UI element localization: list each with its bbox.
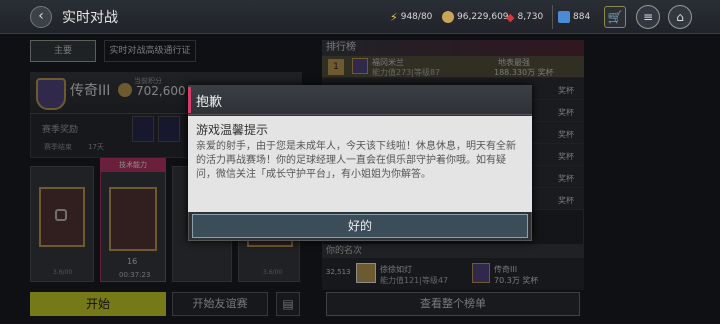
ticket-icon [558,11,570,23]
dialog-body: 游戏温馨提示 亲爱的射手，由于您是未成年人，今天该下线啦！休息休息，明天有全新的… [188,116,532,212]
dialog-accent [188,87,191,113]
shop-cart-icon[interactable]: 🛒 [604,6,626,28]
back-arrow-icon[interactable]: ‹ [30,6,52,28]
menu-icon[interactable]: ≡ [636,5,660,29]
home-icon[interactable]: ⌂ [668,5,692,29]
dialog-title: 抱歉 [196,95,223,110]
gem-icon: ◆ [506,10,515,24]
page-title: 实时对战 [62,10,118,26]
coin-counter: 96,229,609 [442,9,509,25]
lightning-icon: ⚡ [390,10,398,24]
dialog-heading: 游戏温馨提示 [196,123,269,137]
ticket-counter: 884 [558,9,590,25]
coin-icon [442,11,454,23]
dialog-message: 亲爱的射手，由于您是未成年人，今天该下线啦！休息休息，明天有全新的活力再战赛场！… [196,141,516,180]
divider [552,5,553,29]
dialog-title-bar [188,85,532,115]
ok-button[interactable]: 好的 [192,214,528,238]
energy-value: 948/80 [400,12,433,22]
energy-counter: ⚡ 948/80 [390,9,432,25]
coin-value: 96,229,609 [457,12,509,22]
gem-counter: ◆ 8,730 [506,9,543,25]
gem-value: 8,730 [517,12,544,22]
ticket-value: 884 [573,12,591,22]
